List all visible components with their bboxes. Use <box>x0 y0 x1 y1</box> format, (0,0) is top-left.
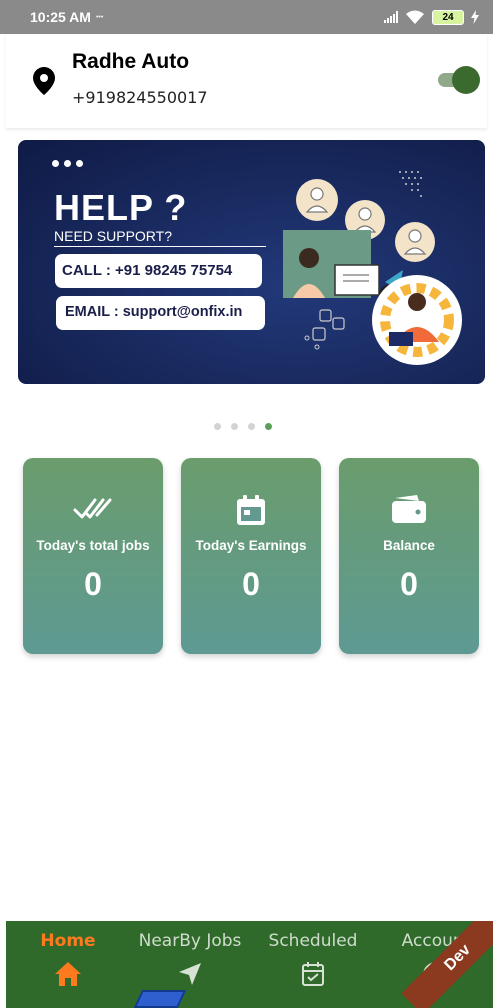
email-support-pill[interactable]: EMAIL : support@onfix.in <box>56 296 265 330</box>
dot-grid-icon <box>399 171 422 197</box>
call-support-pill[interactable]: CALL : +91 98245 75754 <box>55 254 262 288</box>
stat-label: Today's Earnings <box>195 538 307 553</box>
status-icons: 24 <box>384 9 479 25</box>
location-pin-icon <box>33 67 55 95</box>
navigation-arrow-icon <box>179 963 201 985</box>
online-toggle[interactable] <box>438 66 480 94</box>
stat-card-earnings[interactable]: Today's Earnings 0 <box>181 458 321 654</box>
calendar-check-icon <box>302 962 324 986</box>
nav-scheduled[interactable]: Scheduled <box>264 931 362 987</box>
carousel-dot[interactable] <box>214 423 221 430</box>
app-header: Radhe Auto +919824550017 <box>6 34 487 128</box>
stat-card-balance[interactable]: Balance 0 <box>339 458 479 654</box>
carousel-dot[interactable] <box>231 423 238 430</box>
help-banner[interactable]: HELP ? NEED SUPPORT? CALL : +91 98245 75… <box>18 140 485 384</box>
stat-label: Today's total jobs <box>36 538 150 553</box>
bottom-navigation: Home NearBy Jobs Scheduled Account Dev <box>6 921 493 1008</box>
status-time: 10:25 AM <box>30 9 91 25</box>
shop-phone: +919824550017 <box>72 88 208 107</box>
stat-value: 0 <box>242 566 260 602</box>
nav-home[interactable]: Home <box>40 931 96 987</box>
status-bar: 10:25 AM ••• 24 <box>0 0 493 34</box>
home-icon <box>55 962 81 986</box>
nav-nearby-jobs[interactable]: NearBy Jobs <box>134 931 246 987</box>
charging-icon <box>471 10 479 24</box>
stat-card-total-jobs[interactable]: Today's total jobs 0 <box>23 458 163 654</box>
carousel-dot[interactable] <box>248 423 255 430</box>
ellipsis-dots-icon <box>52 160 83 167</box>
nav-home-label: Home <box>40 931 96 951</box>
calendar-icon <box>237 495 265 525</box>
shop-name: Radhe Auto <box>72 50 190 73</box>
nav-scheduled-label: Scheduled <box>268 931 358 951</box>
status-extra: ••• <box>95 13 104 21</box>
carousel-indicator[interactable] <box>214 423 272 430</box>
gesture-home-indicator[interactable] <box>133 990 187 1008</box>
stat-label: Balance <box>383 538 435 553</box>
battery-icon: 24 <box>432 9 464 25</box>
support-illustration <box>283 171 462 365</box>
double-check-icon <box>73 498 112 519</box>
wallet-icon <box>392 495 426 523</box>
banner-subtitle: NEED SUPPORT? <box>54 228 266 247</box>
nav-nearby-label: NearBy Jobs <box>138 931 242 951</box>
wifi-icon <box>406 10 424 24</box>
carousel-dot-active[interactable] <box>265 423 272 430</box>
stat-value: 0 <box>400 566 418 602</box>
banner-title: HELP ? <box>54 187 188 228</box>
signal-icon <box>384 11 398 23</box>
stat-value: 0 <box>84 566 102 602</box>
toggle-knob <box>452 66 480 94</box>
